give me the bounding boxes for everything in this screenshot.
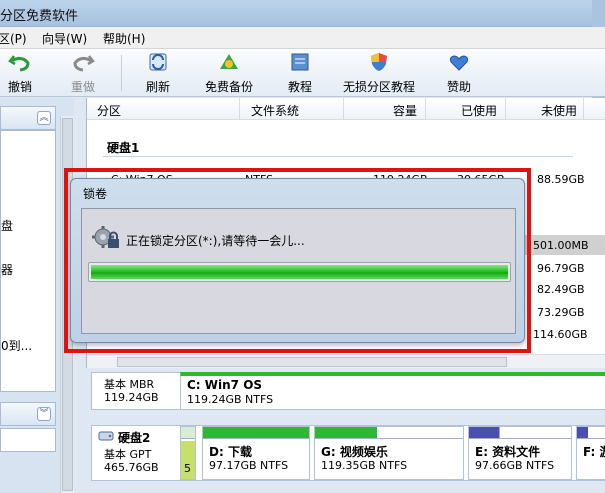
partition-block[interactable]: D: 下载 97.17GB NTFS bbox=[202, 426, 310, 480]
pending-panel-header[interactable]: ︾ bbox=[0, 402, 56, 426]
refresh-icon bbox=[149, 53, 167, 71]
menu-partition[interactable]: 区(P) bbox=[0, 30, 27, 47]
partition-block[interactable]: E: 资料文件 97.66GB NTFS bbox=[468, 426, 572, 480]
disk1-label: 硬盘1 bbox=[107, 141, 140, 155]
partition-block-small[interactable]: 5 bbox=[180, 426, 196, 480]
operations-panel-header[interactable]: ︽ bbox=[0, 106, 56, 130]
donate-button[interactable]: 赞助 bbox=[445, 51, 473, 95]
disk-map: 基本 MBR 119.24GB C: Win7 OS 119.24GB NTFS… bbox=[86, 368, 605, 493]
chevron-down-icon[interactable]: ︾ bbox=[37, 407, 51, 421]
partition-block[interactable]: G: 视频娱乐 119.35GB NTFS bbox=[314, 426, 464, 480]
partition-unused[interactable]: 501.00MB bbox=[533, 239, 589, 252]
title-bar: 分区免费软件 bbox=[0, 0, 605, 27]
disk1-map-row[interactable]: 基本 MBR 119.24GB C: Win7 OS 119.24GB NTFS bbox=[91, 372, 605, 410]
left-panel: ︽ 盘 器 0到... ︾ bbox=[0, 98, 74, 493]
partition-unused[interactable]: 88.59GB bbox=[537, 173, 585, 186]
disk1-size: 119.24GB bbox=[104, 391, 159, 404]
disk2-name: 硬盘2 bbox=[118, 431, 151, 445]
horizontal-scrollbar[interactable] bbox=[87, 354, 605, 368]
disk2-map-row[interactable]: 硬盘2 基本 GPT 465.76GB 5 D: 下载 97.17GB NTFS… bbox=[91, 425, 605, 481]
free-backup-button[interactable]: 免费备份 bbox=[203, 51, 255, 95]
partition-block[interactable]: F: 游 bbox=[576, 426, 605, 480]
toolbar-separator bbox=[121, 55, 122, 91]
operations-panel: 盘 器 0到... bbox=[0, 130, 56, 392]
lock-volume-dialog: 锁卷 正在锁定分区(*:),请等待一会儿... bbox=[70, 178, 525, 343]
operation-text[interactable]: 0到... bbox=[1, 337, 32, 354]
shield-icon bbox=[371, 53, 387, 71]
toolbar: 撤销 重做 刷新 免费备份 教程 无损分区教程 赞助 bbox=[0, 49, 605, 97]
disk1-type: 基本 MBR bbox=[104, 378, 155, 391]
operation-text[interactable]: 盘 bbox=[1, 217, 13, 234]
menu-help[interactable]: 帮助(H) bbox=[103, 30, 145, 47]
disk2-type: 基本 GPT bbox=[104, 448, 152, 461]
menu-wizard[interactable]: 向导(W) bbox=[42, 30, 87, 47]
book-icon bbox=[291, 53, 309, 71]
scrollbar-thumb[interactable] bbox=[117, 357, 507, 367]
dialog-message: 正在锁定分区(*:),请等待一会儿... bbox=[126, 234, 305, 248]
operation-text[interactable]: 器 bbox=[1, 261, 13, 278]
partition-block[interactable]: C: Win7 OS 119.24GB NTFS bbox=[180, 372, 605, 410]
column-header: 分区 文件系统 容量 已使用 未使用 bbox=[87, 98, 605, 120]
col-unused[interactable]: 未使用 bbox=[541, 102, 577, 119]
redo-button[interactable]: 重做 bbox=[68, 51, 98, 95]
backup-icon bbox=[220, 54, 238, 69]
gear-lock-icon bbox=[92, 226, 119, 248]
pending-panel bbox=[0, 428, 56, 452]
dialog-body: 正在锁定分区(*:),请等待一会儿... bbox=[81, 208, 516, 334]
progress-bar bbox=[88, 262, 511, 282]
partition-unused[interactable]: 96.79GB bbox=[537, 262, 585, 275]
heart-icon bbox=[449, 55, 469, 71]
lossless-tutorial-button[interactable]: 无损分区教程 bbox=[342, 51, 416, 95]
undo-button[interactable]: 撤销 bbox=[6, 51, 34, 95]
progress-fill bbox=[91, 265, 508, 279]
undo-icon bbox=[8, 55, 30, 72]
col-capacity[interactable]: 容量 bbox=[393, 102, 417, 119]
partition-unused[interactable]: 114.60GB bbox=[533, 328, 588, 341]
disk-icon bbox=[98, 431, 114, 441]
col-used[interactable]: 已使用 bbox=[461, 102, 497, 119]
menu-bar: 区(P) 向导(W) 帮助(H) bbox=[0, 27, 605, 49]
chevron-up-icon[interactable]: ︽ bbox=[37, 111, 51, 125]
col-partition[interactable]: 分区 bbox=[97, 102, 121, 119]
redo-icon bbox=[73, 55, 95, 72]
col-filesystem[interactable]: 文件系统 bbox=[251, 102, 299, 119]
dialog-title: 锁卷 bbox=[83, 187, 108, 201]
partition-unused[interactable]: 73.29GB bbox=[537, 306, 585, 319]
tutorial-button[interactable]: 教程 bbox=[287, 51, 313, 95]
partition-unused[interactable]: 82.49GB bbox=[537, 283, 585, 296]
refresh-button[interactable]: 刷新 bbox=[144, 51, 172, 95]
disk2-size: 465.76GB bbox=[104, 461, 159, 474]
window-title: 分区免费软件 bbox=[0, 9, 79, 24]
